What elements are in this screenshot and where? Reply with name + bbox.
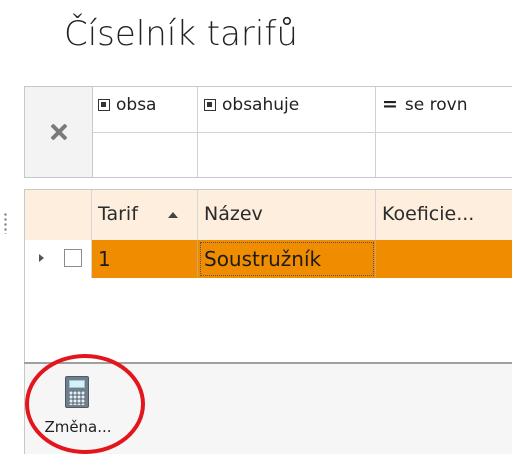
cell-koeficient[interactable] [376, 240, 512, 278]
table-row[interactable]: 1 Soustružník [25, 240, 512, 278]
equals-op-icon: = [382, 93, 398, 115]
zmena-button[interactable]: Změna... [43, 374, 113, 442]
sort-ascending-icon [168, 212, 178, 218]
filter-input-koeficient[interactable] [382, 140, 512, 177]
filter-input-nazev[interactable] [204, 140, 375, 177]
ribbon-toolbar: Změna... [24, 364, 512, 454]
column-header-tarif[interactable]: Tarif [92, 190, 198, 240]
row-pointer-icon [39, 254, 44, 262]
column-header-label: Koeficie... [382, 203, 475, 225]
filter-operator-koeficient[interactable]: = se rovn [376, 87, 512, 132]
filter-operator-nazev[interactable]: obsahuje [198, 87, 376, 132]
filter-value-row [92, 132, 512, 177]
square-op-icon [204, 99, 216, 111]
column-header-nazev[interactable]: Název [198, 190, 376, 240]
close-icon [50, 123, 68, 141]
filter-operator-label: obsa [116, 95, 157, 115]
zmena-button-label: Změna... [44, 418, 112, 436]
filter-input-tarif[interactable] [98, 140, 197, 177]
filter-value-tarif[interactable] [92, 132, 198, 177]
filter-operator-label: se rovn [404, 95, 468, 115]
data-grid: Tarif Název Koeficie... 1 Soustružník [24, 189, 512, 363]
filter-operator-tarif[interactable]: obsa [92, 87, 198, 132]
page-title: Číselník tarifů [64, 14, 298, 54]
column-header-koeficient[interactable]: Koeficie... [376, 190, 512, 240]
calculator-icon [65, 376, 89, 408]
filter-value-koeficient[interactable] [376, 132, 512, 177]
row-checkbox[interactable] [64, 249, 82, 267]
square-op-icon [98, 99, 110, 111]
filter-value-nazev[interactable] [198, 132, 376, 177]
filter-panel: obsa obsahuje = se rovn [24, 86, 512, 178]
grid-header: Tarif Název Koeficie... [25, 190, 512, 241]
clear-filter-button[interactable] [25, 87, 93, 177]
cell-tarif[interactable]: 1 [92, 240, 198, 278]
header-select-all[interactable] [25, 190, 92, 240]
row-selector[interactable] [25, 240, 92, 278]
cell-nazev[interactable]: Soustružník [198, 240, 376, 278]
column-header-label: Tarif [98, 203, 138, 225]
filter-operator-label: obsahuje [222, 95, 300, 115]
splitter-grip[interactable] [4, 212, 7, 234]
column-header-label: Název [204, 203, 263, 225]
filter-operator-row: obsa obsahuje = se rovn [92, 87, 512, 133]
